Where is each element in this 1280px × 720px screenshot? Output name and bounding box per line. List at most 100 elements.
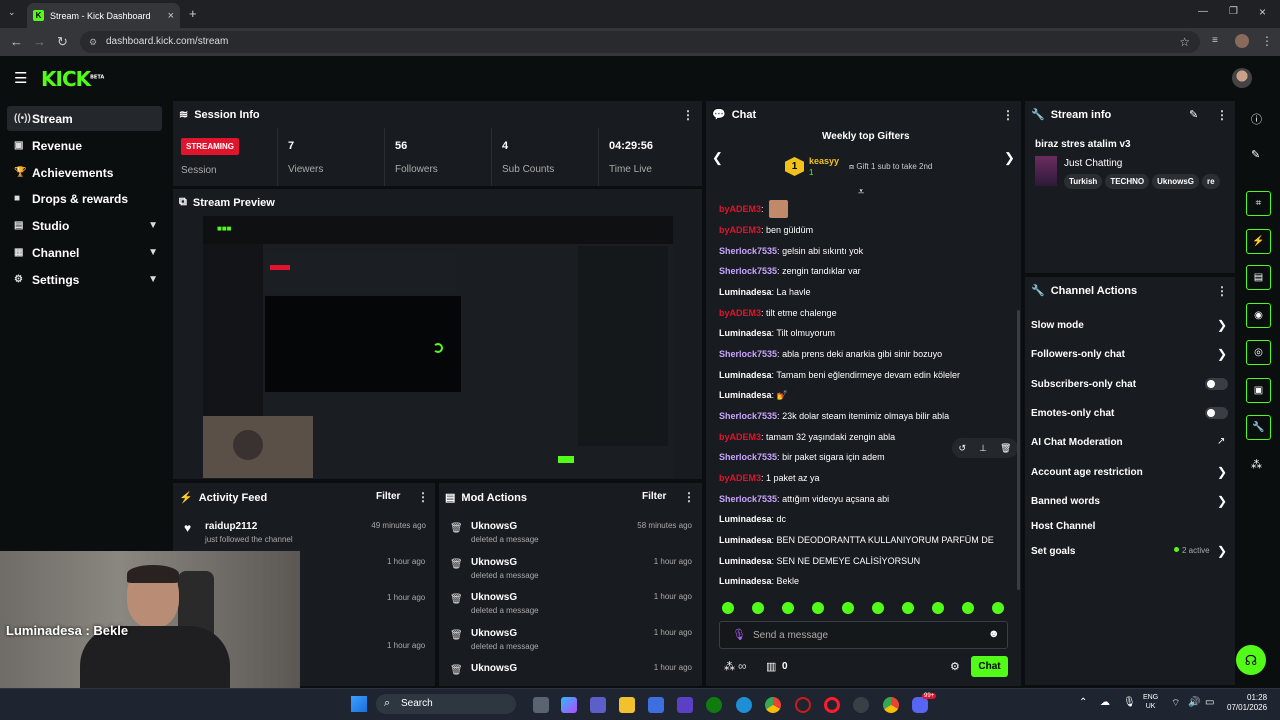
emoji-icon[interactable]: ☻ [988,628,1000,640]
maximize-icon[interactable]: ❐ [1229,6,1238,17]
toggle-switch[interactable] [1205,378,1228,390]
chat-username[interactable]: Luminadesa [719,514,772,524]
tag[interactable]: re [1202,174,1220,189]
pinned-collapse-icon[interactable]: ⩡ [858,186,864,199]
bookmark-star-icon[interactable]: ☆ [1179,31,1190,53]
app-icon[interactable] [677,697,693,713]
store-icon[interactable] [648,697,664,713]
sidebar-item-stream[interactable]: ((•)) Stream [7,106,162,131]
emote-icon[interactable] [902,602,914,614]
browser-menu-icon[interactable]: ⋮ [1261,34,1273,48]
chevron-right-icon[interactable]: ❯ [1217,544,1227,558]
hamburger-menu-icon[interactable]: ☰ [14,69,27,87]
emote-icon[interactable] [812,602,824,614]
back-icon[interactable]: ← [10,34,23,49]
sidebar-item-channel[interactable]: ▦ Channel ▼ [7,240,162,265]
channel-action-emotes-only-chat[interactable]: Emotes-only chat [1031,408,1114,419]
extensions-icon[interactable]: ≡ [1212,35,1218,46]
gift-sub-hint[interactable]: ⧈ Gift 1 sub to take 2nd [849,162,932,172]
rail-qr-icon[interactable]: ⌗ [1246,191,1271,216]
chrome-icon[interactable] [765,697,781,713]
mic-tray-icon[interactable]: 🎙 [1123,697,1136,708]
chevron-left-icon[interactable]: ❮ [712,150,723,166]
window-close-icon[interactable]: × [1259,5,1266,19]
rail-notes-icon[interactable]: ▤ [1246,265,1271,290]
channel-action-ai-chat-moderation[interactable]: AI Chat Moderation [1031,437,1123,448]
user-avatar[interactable] [1232,68,1252,88]
channel-action-subscribers-only-chat[interactable]: Subscribers-only chat [1031,379,1136,390]
chat-username[interactable]: byADEM3 [719,308,761,318]
close-tab-icon[interactable]: × [168,10,174,22]
copilot-icon[interactable] [561,697,577,713]
new-tab-icon[interactable]: + [189,6,197,21]
sidebar-item-drops[interactable]: ■ Drops & rewards [7,186,162,211]
chevron-right-icon[interactable]: ❯ [1004,150,1015,166]
chat-username[interactable]: Luminadesa [719,370,772,380]
chat-scrollbar[interactable] [1017,310,1020,590]
edge-icon[interactable] [736,697,752,713]
sidebar-item-achievements[interactable]: 🏆 Achievements [7,160,162,185]
more-options-icon[interactable]: ⋮ [683,490,695,504]
file-explorer-icon[interactable] [619,697,635,713]
chat-username[interactable]: Luminadesa [719,535,772,545]
discord-icon[interactable] [912,697,928,713]
steam-icon[interactable] [853,697,869,713]
microphone-icon[interactable]: 🎙 [732,628,746,641]
chat-username[interactable]: Luminadesa [719,328,772,338]
chat-username[interactable]: Sherlock7535 [719,494,777,504]
emote-icon[interactable] [842,602,854,614]
windows-start-icon[interactable] [351,696,367,712]
tag[interactable]: UknowsG [1152,174,1199,189]
more-options-icon[interactable]: ⋮ [1216,284,1228,298]
rail-layout-icon[interactable]: ▣ [1246,378,1271,403]
chat-input[interactable]: 🎙 Send a message ☻ [719,621,1008,649]
chevron-right-icon[interactable]: ❯ [1217,494,1227,508]
sidebar-item-settings[interactable]: ⚙ Settings ▼ [7,267,162,292]
chat-username[interactable]: byADEM3 [719,225,761,235]
category-thumbnail[interactable] [1035,156,1057,186]
language-indicator[interactable]: ENG UK [1143,693,1158,711]
send-chat-button[interactable]: Chat [971,656,1008,677]
activity-filter-button[interactable]: Filter [376,491,400,502]
emote-icon[interactable] [932,602,944,614]
profile-avatar-icon[interactable] [1235,34,1249,48]
chevron-right-icon[interactable]: ❯ [1217,465,1227,479]
url-field[interactable]: ⚙ dashboard.kick.com/stream ☆ [80,31,1200,53]
opera-gx-icon[interactable] [795,697,811,713]
gift-box-icon[interactable]: ▥ [766,660,776,673]
chat-username[interactable]: byADEM3 [719,473,761,483]
support-headset-icon[interactable]: ☊ [1236,645,1266,675]
tab-list-icon[interactable]: ⌄ [8,7,16,18]
emote-icon[interactable] [872,602,884,614]
emote-icon[interactable] [962,602,974,614]
chrome-active-icon[interactable] [883,697,899,713]
mod-filter-button[interactable]: Filter [642,491,666,502]
pin-icon[interactable]: ⊥ [979,443,987,454]
browser-tab[interactable]: K Stream - Kick Dashboard × [27,3,180,28]
chat-username[interactable]: Luminadesa [719,287,772,297]
sidebar-item-studio[interactable]: ▤ Studio ▼ [7,213,162,238]
rail-chat-icon[interactable]: ◉ [1246,303,1271,328]
gifter-name[interactable]: keasyy [809,156,839,166]
chat-username[interactable]: Sherlock7535 [719,349,777,359]
more-options-icon[interactable]: ⋮ [417,490,429,504]
emote-icon[interactable] [782,602,794,614]
xbox-icon[interactable] [706,697,722,713]
timeout-icon[interactable]: ↺ [959,443,967,454]
chevron-right-icon[interactable]: ❯ [1217,318,1227,332]
channel-action-account-age-restriction[interactable]: Account age restriction [1031,467,1143,478]
teams-icon[interactable] [590,697,606,713]
rail-users-icon[interactable]: ⁂ [1251,458,1262,471]
opera-icon[interactable] [824,697,840,713]
more-options-icon[interactable]: ⋮ [1216,108,1228,122]
delete-icon[interactable]: 🗑 [1000,443,1011,454]
minimize-icon[interactable]: — [1198,6,1208,17]
chat-username[interactable]: Sherlock7535 [719,246,777,256]
chevron-right-icon[interactable]: ❯ [1217,347,1227,361]
rail-lightning-icon[interactable]: ⚡ [1246,229,1271,254]
channel-action-followers-only-chat[interactable]: Followers-only chat [1031,349,1125,360]
battery-icon[interactable]: ▭ [1205,697,1214,708]
cloud-icon[interactable]: ☁ [1100,697,1110,708]
chat-username[interactable]: Luminadesa [719,390,772,400]
volume-icon[interactable]: 🔊 [1188,697,1200,708]
